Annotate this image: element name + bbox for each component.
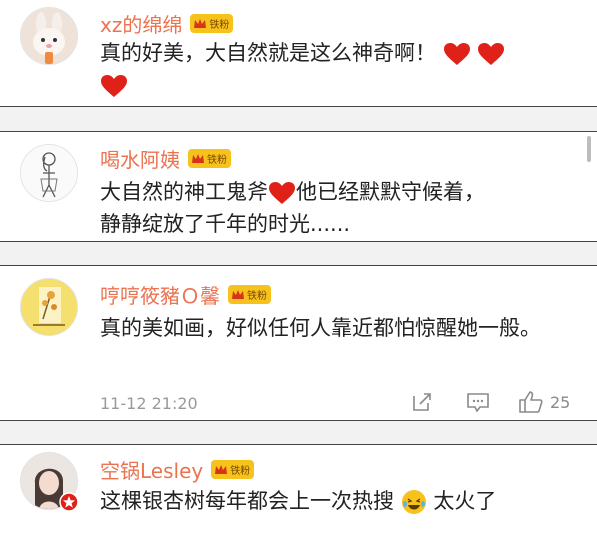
comment-card-1: xz的绵绵 铁粉 真的好美，大自然就是这么神奇啊！ <box>0 0 597 107</box>
badge-label: 铁粉 <box>247 291 267 302</box>
thumbs-up-icon <box>519 391 543 413</box>
share-button[interactable] <box>410 390 434 414</box>
fan-badge[interactable]: 铁粉 <box>228 285 271 304</box>
comment-text-part: 这棵银杏树每年都会上一次热搜 <box>100 489 394 513</box>
heart-emoji-icon <box>443 43 470 65</box>
comment-card-3: 哼哼筱豬Ｏ馨 铁粉 真的美如画，好似任何人靠近都怕惊醒她一般。 11-12 21… <box>0 265 597 421</box>
comment-text: 真的美如画，好似任何人靠近都怕惊醒她一般。 <box>100 316 541 340</box>
badge-label: 铁粉 <box>207 155 227 166</box>
sketch-figure-avatar-icon <box>21 145 77 201</box>
fan-badge[interactable]: 铁粉 <box>190 14 234 33</box>
heart-emoji-icon <box>101 75 127 97</box>
crown-icon <box>215 464 228 474</box>
fan-badge[interactable]: 铁粉 <box>211 460 255 479</box>
comment-text-part: 他已经默默守候着， <box>296 180 485 204</box>
username[interactable]: 空锅Lesley <box>100 455 203 484</box>
user-avatar[interactable] <box>20 7 78 65</box>
username[interactable]: xz的绵绵 <box>100 9 182 38</box>
comment-card-4: 空锅Lesley 铁粉 这棵银杏树每年都会上一次热搜 太火了 <box>0 444 597 534</box>
comment-text: 大自然的神工鬼斧 他已经默默守候着， 静静绽放了千年的时光...... <box>100 176 557 240</box>
comment-button[interactable] <box>465 390 491 414</box>
comment-text: 这棵银杏树每年都会上一次热搜 太火了 <box>100 485 557 517</box>
comment-text-content: 真的好美，大自然就是这么神奇啊！ <box>100 41 436 65</box>
fan-badge[interactable]: 铁粉 <box>188 149 231 168</box>
laughing-tears-emoji-icon <box>401 490 426 514</box>
share-icon <box>413 393 431 411</box>
flower-painting-avatar-icon <box>21 279 77 335</box>
heart-emoji-icon <box>478 43 505 65</box>
user-avatar[interactable] <box>20 278 78 336</box>
comment-card-2: 喝水阿姨 铁粉 大自然的神工鬼斧 他已经默默守候着， 静静绽放了千年的时光....… <box>0 131 597 242</box>
user-avatar[interactable] <box>20 144 78 202</box>
crown-icon <box>192 153 204 163</box>
scrollbar[interactable] <box>587 136 591 162</box>
username[interactable]: 喝水阿姨 <box>100 144 180 173</box>
comment-timestamp: 11-12 21:20 <box>100 394 198 413</box>
comment-text: 真的好美，大自然就是这么神奇啊！ <box>100 37 557 101</box>
like-count: 25 <box>550 392 571 412</box>
comment-icon <box>467 393 489 413</box>
badge-label: 铁粉 <box>209 20 230 31</box>
comment-text-part: 大自然的神工鬼斧 <box>100 180 268 204</box>
heart-emoji-icon <box>269 182 295 204</box>
like-button[interactable]: 25 <box>518 390 570 414</box>
comment-text-part: 静静绽放了千年的时光...... <box>100 212 351 236</box>
username[interactable]: 哼哼筱豬Ｏ馨 <box>100 280 220 309</box>
verified-icon <box>59 492 79 512</box>
crown-icon <box>194 18 207 28</box>
crown-icon <box>232 289 244 299</box>
badge-label: 铁粉 <box>230 466 251 477</box>
bunny-avatar-icon <box>21 8 77 64</box>
comment-text-part: 太火了 <box>433 489 497 513</box>
